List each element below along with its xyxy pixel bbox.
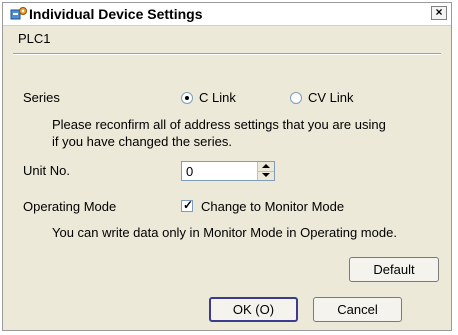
checkmark-icon: ✓ xyxy=(183,198,194,212)
title-bar[interactable]: Individual Device Settings × xyxy=(3,3,451,26)
cv-link-label: CV Link xyxy=(308,90,354,105)
ok-button[interactable]: OK (O) xyxy=(209,297,298,322)
cv-link-radio[interactable] xyxy=(290,92,302,104)
series-note-line-1: Please reconfirm all of address settings… xyxy=(52,117,386,132)
c-link-radio[interactable] xyxy=(181,92,193,104)
monitor-mode-checkbox[interactable]: ✓ xyxy=(181,198,194,212)
unit-no-label: Unit No. xyxy=(23,163,70,178)
spin-down-icon[interactable] xyxy=(258,171,274,180)
spin-buttons xyxy=(257,162,274,180)
unit-no-stepper[interactable]: 0 xyxy=(181,161,275,181)
device-name: PLC1 xyxy=(18,31,51,46)
series-label: Series xyxy=(23,90,60,105)
operating-mode-label: Operating Mode xyxy=(23,199,117,214)
individual-device-settings-dialog: Individual Device Settings × PLC1 Series… xyxy=(2,2,452,331)
settings-app-icon xyxy=(10,7,27,20)
cancel-button[interactable]: Cancel xyxy=(313,297,402,322)
c-link-label: C Link xyxy=(199,90,236,105)
divider xyxy=(13,53,441,55)
monitor-mode-label: Change to Monitor Mode xyxy=(201,199,345,214)
unit-no-value[interactable]: 0 xyxy=(186,164,193,179)
close-icon[interactable]: × xyxy=(431,6,447,20)
window-title: Individual Device Settings xyxy=(29,6,203,22)
default-button[interactable]: Default xyxy=(349,257,439,282)
operating-mode-note: You can write data only in Monitor Mode … xyxy=(52,225,397,240)
series-note-line-2: if you have changed the series. xyxy=(52,134,232,149)
